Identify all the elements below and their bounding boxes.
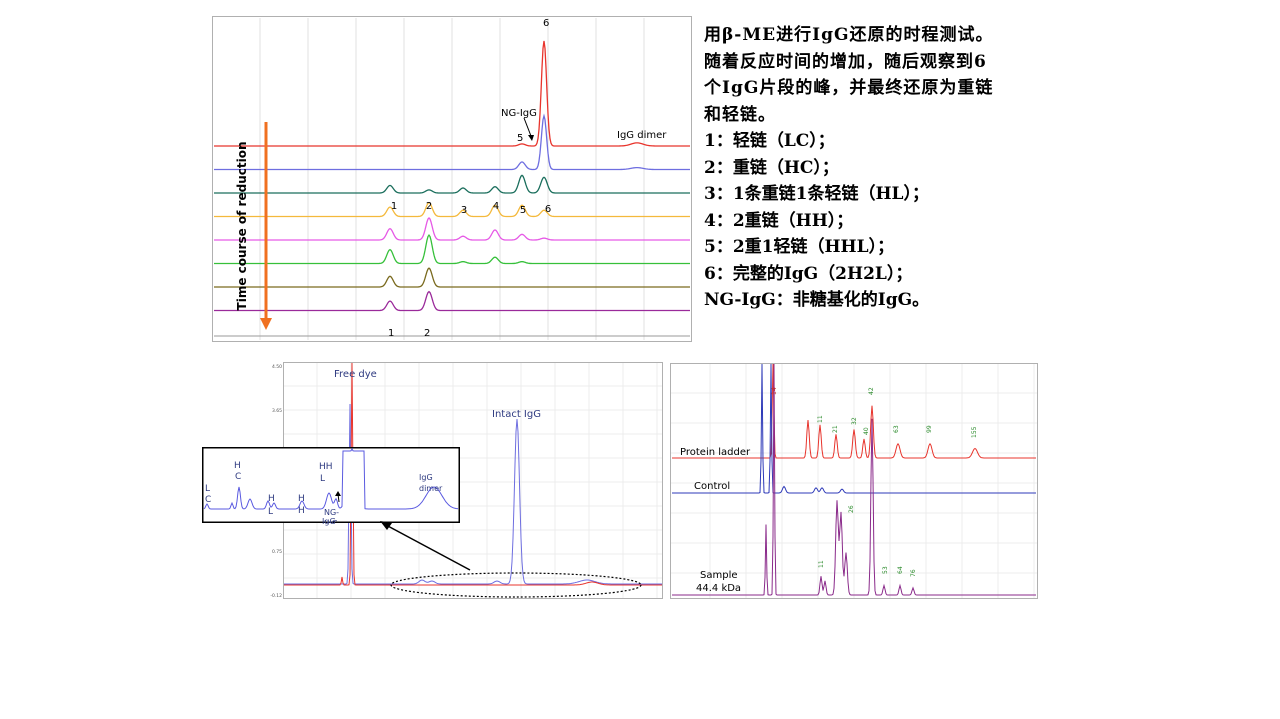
top-peak-5-label: 5 [517,133,523,144]
sample-peak-label: 11 [818,560,825,568]
sample-peak-label: 64 [897,566,904,574]
ladder-peak-label: 14 [771,387,778,395]
peak-label: 6 [545,204,551,215]
inset-label-hh: HH [319,462,333,472]
description-item-6: 6：完整的IgG（2H2L）； [704,263,913,284]
peak-label: 5 [520,205,526,216]
inset-zoom-chart: L C H C H L H H HH L NG- IgG IgG dimer [202,447,460,528]
series-label-protein-ladder: Protein ladder [680,447,751,458]
description-item-ng: NG-IgG：非糖基化的IgG。 [704,290,930,310]
series-label-mass: 44.4 kDa [696,583,741,594]
ng-igg-label: NG-IgG [501,108,537,119]
ytick-label: 3.65 [272,408,282,414]
time-course-chart-panel: Time course of reduction 1 2 3 4 5 6 NG-IgG IgG… [212,16,692,342]
inset-label-h3: H [298,494,305,504]
description-intro: 用β-ME进行IgG还原的时程测试。随着反应时间的增加，随后观察到6个IgG片段… [704,25,994,125]
description-item-5: 5：2重1轻链（HHL）； [704,237,895,257]
inset-label-h2: H [268,494,275,504]
sample-peak-label: 76 [910,569,917,577]
sample-peak-label: 26 [848,505,855,513]
ladder-peak-label: 11 [817,415,824,423]
inset-label-h: H [234,461,241,471]
description-item-3: 3：1条重链1条轻链（HL）； [704,184,930,204]
peak-label: 2 [426,201,432,212]
ytick-label: -0.12 [270,593,282,599]
time-course-ylabel: Time course of reduction [235,142,249,311]
inset-label-ng: NG- [324,508,339,517]
top-peak-6-label: 6 [543,18,549,29]
ladder-peak-label: 21 [832,425,839,433]
igg-dimer-label: IgG dimer [617,130,667,141]
peak-label: 1 [391,201,397,212]
inset-label-igg-dimer-2: dimer [419,484,443,493]
inset-label-igg-dimer-1: IgG [419,473,433,482]
description-item-2: 2：重链（HC）； [704,157,839,178]
peak-label: 4 [493,201,499,212]
free-dye-label: Free dye [334,369,377,380]
ytick-label: 4.50 [272,364,282,370]
bottom-peak-1-label: 1 [388,328,394,339]
inset-label-c2: C [235,472,241,482]
bottom-peak-2-label: 2 [424,328,430,339]
intact-igg-label: Intact IgG [492,409,541,420]
ladder-chart-panel: Protein ladder Control Sample 44.4 kDa 1… [670,363,1038,599]
ladder-peak-label: 40 [863,427,870,435]
inset-label-l3: L [320,474,325,484]
ladder-chart: Protein ladder Control Sample 44.4 kDa 1… [670,363,1038,599]
ytick-label: 0.75 [272,549,282,555]
ladder-peak-label: 32 [851,417,858,425]
inset-label-l: L [205,484,210,494]
series-label-sample: Sample [700,570,738,581]
inset-ng-igg-overflow: IgG [322,517,336,526]
time-course-chart: Time course of reduction 1 2 3 4 5 6 NG-IgG IgG… [212,16,692,342]
inset-label-h4: H [298,506,305,516]
description-item-4: 4：2重链（HH）； [704,210,854,231]
zoom-arrow [380,521,471,571]
inset-label-c: C [205,495,211,505]
description-item-1: 1：轻链（LC）； [704,131,835,151]
inset-chart-panel: L C H C H L H H HH L NG- IgG IgG dimer [202,447,460,528]
ladder-peak-label: 42 [868,387,875,395]
series-label-control: Control [694,481,730,492]
ladder-peak-label: 155 [971,426,978,438]
sample-peak-label: 53 [882,566,889,574]
inset-label-l2: L [268,507,273,517]
description-text: 用β-ME进行IgG还原的时程测试。随着反应时间的增加，随后观察到6个IgG片段… [704,22,1004,314]
ladder-peak-label: 63 [893,425,900,433]
ladder-peak-label: 99 [926,425,933,433]
peak-label: 3 [461,205,467,216]
